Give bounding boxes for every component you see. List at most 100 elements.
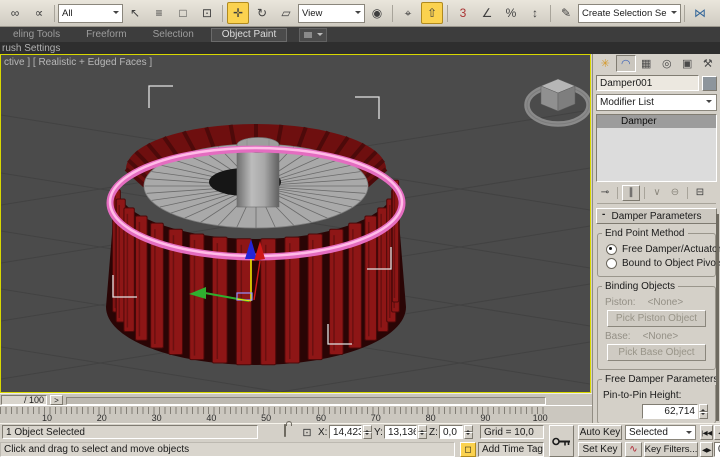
pin-height-spinner[interactable] bbox=[699, 404, 708, 419]
use-pivot-center-icon[interactable]: ◉ bbox=[366, 2, 388, 24]
object-color-swatch[interactable] bbox=[702, 76, 717, 91]
pin-stack-icon[interactable]: ⊸ bbox=[597, 186, 613, 200]
auto-key-button[interactable]: Auto Key bbox=[578, 425, 622, 440]
selection-set-keying-dropdown[interactable]: Selected bbox=[625, 425, 696, 440]
select-and-manipulate-icon[interactable]: ⌖ bbox=[397, 2, 419, 24]
add-time-tag[interactable]: Add Time Tag bbox=[478, 442, 544, 457]
tab-modeling-tools[interactable]: eling Tools bbox=[0, 29, 73, 40]
y-coordinate-field[interactable]: 13,136 bbox=[384, 425, 417, 439]
select-and-move-icon[interactable]: ✛ bbox=[227, 2, 249, 24]
key-filters-button[interactable]: Key Filters... bbox=[644, 442, 698, 457]
modify-tab-icon[interactable]: ◠ bbox=[616, 55, 637, 72]
named-selection-set-select[interactable]: Create Selection Se bbox=[578, 4, 681, 23]
rollout-title: Damper Parameters bbox=[611, 211, 701, 222]
make-unique-icon[interactable]: ∨ bbox=[649, 186, 665, 200]
snap-toggle-icon[interactable]: 3 bbox=[452, 2, 474, 24]
y-spinner[interactable] bbox=[418, 425, 427, 439]
binding-objects-group: Binding Objects Piston: <None> Pick Pist… bbox=[597, 286, 716, 370]
x-coordinate-field[interactable]: 14,423 bbox=[329, 425, 362, 439]
set-keys-button[interactable] bbox=[549, 425, 574, 457]
y-coordinate-label: Y: bbox=[374, 427, 383, 438]
set-key-button[interactable]: Set Key bbox=[578, 442, 622, 457]
tab-selection[interactable]: Selection bbox=[140, 29, 207, 40]
z-coordinate-field[interactable]: 0,0 bbox=[439, 425, 463, 439]
viewport-canvas[interactable] bbox=[1, 55, 590, 392]
pin-to-pin-height-label: Pin-to-Pin Height: bbox=[603, 390, 712, 401]
select-and-scale-icon[interactable]: ▱ bbox=[275, 2, 297, 24]
select-object-icon[interactable]: ↖ bbox=[124, 2, 146, 24]
time-slider-value[interactable]: / 100 bbox=[1, 395, 47, 405]
time-slider[interactable]: / 100 > bbox=[0, 393, 592, 405]
free-damper-radio[interactable]: Free Damper/Actuator bbox=[606, 244, 712, 255]
bound-to-pivots-radio[interactable]: Bound to Object Pivots bbox=[606, 258, 712, 269]
adaptive-degradation-icon[interactable]: ◻ bbox=[460, 442, 476, 457]
tab-freeform[interactable]: Freeform bbox=[73, 29, 140, 40]
selection-lock-icon[interactable] bbox=[282, 425, 286, 436]
radio-off-icon[interactable] bbox=[606, 258, 617, 269]
align-icon[interactable]: ∥ bbox=[713, 2, 720, 24]
motion-tab-icon[interactable]: ◎ bbox=[657, 55, 678, 72]
modifier-list-dropdown[interactable]: Modifier List bbox=[596, 94, 717, 111]
track-bar-frame-label: 30 bbox=[152, 413, 162, 423]
display-tab-icon[interactable]: ▣ bbox=[677, 55, 698, 72]
keyboard-shortcut-override-icon[interactable]: ⇧ bbox=[421, 2, 443, 24]
hierarchy-tab-icon[interactable]: ▦ bbox=[636, 55, 657, 72]
remove-modifier-icon[interactable]: ⊖ bbox=[667, 186, 683, 200]
window-crossing-icon[interactable]: ⊡ bbox=[196, 2, 218, 24]
x-spinner[interactable] bbox=[363, 425, 372, 439]
damper-parameters-rollout[interactable]: - Damper Parameters bbox=[596, 208, 717, 224]
current-frame-field[interactable]: 0 bbox=[714, 442, 720, 457]
unlink-selection-icon[interactable]: ∝ bbox=[28, 2, 50, 24]
viewport-label[interactable]: ctive ] [ Realistic + Edged Faces ] bbox=[4, 57, 152, 68]
toolbar-separator bbox=[684, 5, 685, 22]
radio-on-icon[interactable] bbox=[606, 244, 617, 255]
next-frame-button[interactable]: > bbox=[50, 395, 63, 405]
main-toolbar: ∞ ∝ All ↖ ≡ □ ⊡ ✛ ↻ ▱ View ◉ ⌖ ⇧ 3 ∠ % ↕… bbox=[0, 0, 720, 27]
toolbar-separator bbox=[550, 5, 551, 22]
select-by-name-icon[interactable]: ≡ bbox=[148, 2, 170, 24]
damper-object[interactable] bbox=[106, 124, 406, 365]
selection-status-field: 1 Object Selected bbox=[2, 425, 258, 439]
command-panel-scrollbar[interactable] bbox=[716, 214, 719, 421]
absolute-offset-mode-icon[interactable]: ⊡ bbox=[300, 426, 314, 439]
spinner-snap-icon[interactable]: ↕ bbox=[524, 2, 546, 24]
mirror-icon[interactable]: ⋈ bbox=[689, 2, 711, 24]
default-in-out-tangents-icon[interactable]: ∿ bbox=[625, 442, 642, 457]
edit-named-selection-sets-icon[interactable]: ✎ bbox=[555, 2, 577, 24]
track-bar[interactable]: 102030405060708090100 bbox=[0, 405, 592, 423]
percent-snap-icon[interactable]: % bbox=[500, 2, 522, 24]
utilities-tab-icon[interactable]: ⚒ bbox=[698, 55, 719, 72]
configure-modifier-sets-icon[interactable]: ⊟ bbox=[692, 186, 708, 200]
radio-label: Free Damper/Actuator bbox=[622, 244, 720, 255]
perspective-viewport[interactable]: ctive ] [ Realistic + Edged Faces ] bbox=[0, 54, 591, 393]
z-spinner[interactable] bbox=[464, 425, 473, 439]
pick-base-object-button[interactable]: Pick Base Object bbox=[607, 344, 706, 361]
tab-object-paint[interactable]: Object Paint bbox=[211, 28, 287, 42]
object-name-field[interactable]: Damper001 bbox=[596, 75, 699, 91]
modifier-stack-item[interactable]: Damper bbox=[597, 115, 716, 128]
previous-frame-icon[interactable]: ◀ bbox=[714, 425, 720, 440]
show-end-result-icon[interactable]: ∥ bbox=[622, 185, 640, 201]
pin-to-pin-height-field[interactable]: 62,714 bbox=[642, 404, 698, 419]
selection-filter-select[interactable]: All bbox=[58, 4, 123, 23]
angle-snap-icon[interactable]: ∠ bbox=[476, 2, 498, 24]
go-to-start-icon[interactable]: |◀◀ bbox=[700, 425, 713, 440]
pick-piston-object-button[interactable]: Pick Piston Object bbox=[607, 310, 706, 327]
damper-piston[interactable] bbox=[237, 145, 279, 207]
rollout-collapse-icon[interactable]: - bbox=[602, 209, 605, 220]
panel-brush-settings[interactable]: rush Settings bbox=[0, 43, 68, 54]
ribbon-minimize-button[interactable] bbox=[299, 28, 327, 42]
select-and-rotate-icon[interactable]: ↻ bbox=[251, 2, 273, 24]
time-slider-track[interactable] bbox=[66, 397, 546, 405]
free-damper-parameters-group: Free Damper Parameters Pin-to-Pin Height… bbox=[597, 379, 716, 423]
view-cube[interactable] bbox=[527, 79, 589, 124]
modifier-stack[interactable]: Damper bbox=[596, 114, 717, 182]
track-bar-frame-label: 40 bbox=[206, 413, 216, 423]
track-bar-frame-label: 90 bbox=[480, 413, 490, 423]
rectangular-selection-region-icon[interactable]: □ bbox=[172, 2, 194, 24]
isolate-selection-icon[interactable] bbox=[264, 425, 266, 436]
select-and-link-icon[interactable]: ∞ bbox=[4, 2, 26, 24]
create-tab-icon[interactable]: ✳ bbox=[595, 55, 616, 72]
key-mode-toggle-icon[interactable]: ◀▶ bbox=[700, 442, 713, 457]
reference-coordinate-system-select[interactable]: View bbox=[298, 4, 365, 23]
